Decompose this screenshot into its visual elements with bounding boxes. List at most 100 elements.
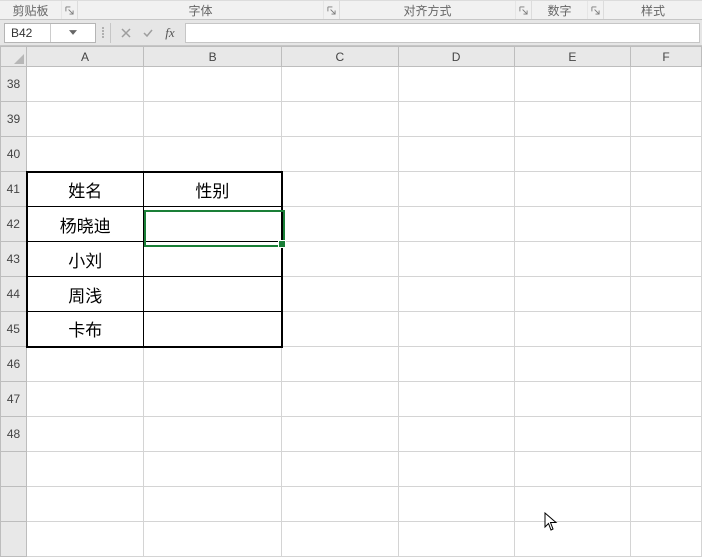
col-header[interactable]: E	[514, 47, 630, 67]
row-header[interactable]: 39	[1, 102, 27, 137]
cell[interactable]	[514, 242, 630, 277]
cell[interactable]	[27, 382, 144, 417]
cell[interactable]	[514, 522, 630, 557]
cell[interactable]	[398, 172, 514, 207]
cell[interactable]	[27, 67, 144, 102]
cell[interactable]	[514, 452, 630, 487]
cell[interactable]	[630, 312, 701, 347]
cell[interactable]	[630, 522, 701, 557]
row-header[interactable]: 42	[1, 207, 27, 242]
cell[interactable]	[27, 417, 144, 452]
cell[interactable]	[282, 137, 398, 172]
cell[interactable]	[514, 382, 630, 417]
cell[interactable]	[630, 242, 701, 277]
grip-icon[interactable]	[96, 27, 110, 38]
cell[interactable]	[282, 67, 398, 102]
cell[interactable]	[143, 207, 281, 242]
cell[interactable]	[514, 137, 630, 172]
cell[interactable]	[514, 277, 630, 312]
fx-icon[interactable]: fx	[159, 23, 181, 43]
row-header[interactable]	[1, 452, 27, 487]
cell[interactable]	[630, 487, 701, 522]
dialog-launcher-icon[interactable]	[515, 1, 531, 19]
cell[interactable]	[143, 102, 281, 137]
col-header[interactable]: B	[143, 47, 281, 67]
col-header[interactable]: F	[630, 47, 701, 67]
cell[interactable]	[143, 417, 281, 452]
cell[interactable]	[398, 67, 514, 102]
cell[interactable]	[398, 207, 514, 242]
cell[interactable]: 性别	[143, 172, 281, 207]
row-header[interactable]: 43	[1, 242, 27, 277]
cell[interactable]	[282, 382, 398, 417]
cell[interactable]	[282, 242, 398, 277]
cell[interactable]	[143, 487, 281, 522]
cell[interactable]	[398, 417, 514, 452]
cell[interactable]	[514, 102, 630, 137]
cell[interactable]	[143, 67, 281, 102]
cell[interactable]	[398, 382, 514, 417]
row-header[interactable]: 48	[1, 417, 27, 452]
worksheet-area[interactable]: A B C D E F 38 39 40 41 姓名 性别 42 杨晓迪 43 …	[0, 46, 702, 557]
row-header[interactable]	[1, 487, 27, 522]
cell[interactable]	[514, 347, 630, 382]
cell[interactable]	[143, 347, 281, 382]
cell[interactable]	[398, 277, 514, 312]
cell[interactable]	[630, 452, 701, 487]
cell[interactable]	[398, 522, 514, 557]
cell[interactable]	[282, 487, 398, 522]
col-header[interactable]: C	[282, 47, 398, 67]
cell[interactable]	[27, 452, 144, 487]
cell[interactable]	[514, 67, 630, 102]
cell[interactable]	[514, 172, 630, 207]
cell[interactable]: 姓名	[27, 172, 144, 207]
cell[interactable]	[514, 417, 630, 452]
cell[interactable]	[630, 382, 701, 417]
row-header[interactable]: 41	[1, 172, 27, 207]
grid[interactable]: A B C D E F 38 39 40 41 姓名 性别 42 杨晓迪 43 …	[0, 46, 702, 557]
cell[interactable]	[630, 277, 701, 312]
row-header[interactable]	[1, 522, 27, 557]
cell[interactable]	[282, 417, 398, 452]
cell[interactable]: 周浅	[27, 277, 144, 312]
cell[interactable]	[514, 312, 630, 347]
cell[interactable]	[630, 347, 701, 382]
cell[interactable]	[630, 102, 701, 137]
cell[interactable]	[143, 242, 281, 277]
cell[interactable]: 小刘	[27, 242, 144, 277]
dialog-launcher-icon[interactable]	[587, 1, 603, 19]
cell[interactable]	[282, 172, 398, 207]
cell[interactable]	[27, 102, 144, 137]
cell[interactable]	[282, 522, 398, 557]
select-all-corner[interactable]	[1, 47, 27, 67]
cell[interactable]	[282, 347, 398, 382]
cell[interactable]	[630, 67, 701, 102]
cell[interactable]	[630, 137, 701, 172]
chevron-down-icon[interactable]	[50, 24, 96, 42]
col-header[interactable]: A	[27, 47, 144, 67]
formula-input[interactable]	[185, 23, 700, 43]
cell[interactable]	[398, 347, 514, 382]
cell[interactable]	[282, 207, 398, 242]
cell[interactable]	[630, 172, 701, 207]
cell[interactable]	[143, 452, 281, 487]
cell[interactable]	[398, 137, 514, 172]
cell[interactable]	[282, 277, 398, 312]
cell[interactable]	[143, 382, 281, 417]
cell[interactable]	[398, 452, 514, 487]
dialog-launcher-icon[interactable]	[323, 1, 339, 19]
col-header[interactable]: D	[398, 47, 514, 67]
cell[interactable]	[143, 137, 281, 172]
cell[interactable]	[398, 242, 514, 277]
cell[interactable]	[398, 102, 514, 137]
cell[interactable]	[282, 312, 398, 347]
row-header[interactable]: 46	[1, 347, 27, 382]
cell[interactable]	[282, 452, 398, 487]
cell[interactable]	[27, 347, 144, 382]
dialog-launcher-icon[interactable]	[61, 1, 77, 19]
row-header[interactable]: 45	[1, 312, 27, 347]
row-header[interactable]: 47	[1, 382, 27, 417]
cell[interactable]: 卡布	[27, 312, 144, 347]
cell[interactable]	[514, 207, 630, 242]
row-header[interactable]: 44	[1, 277, 27, 312]
